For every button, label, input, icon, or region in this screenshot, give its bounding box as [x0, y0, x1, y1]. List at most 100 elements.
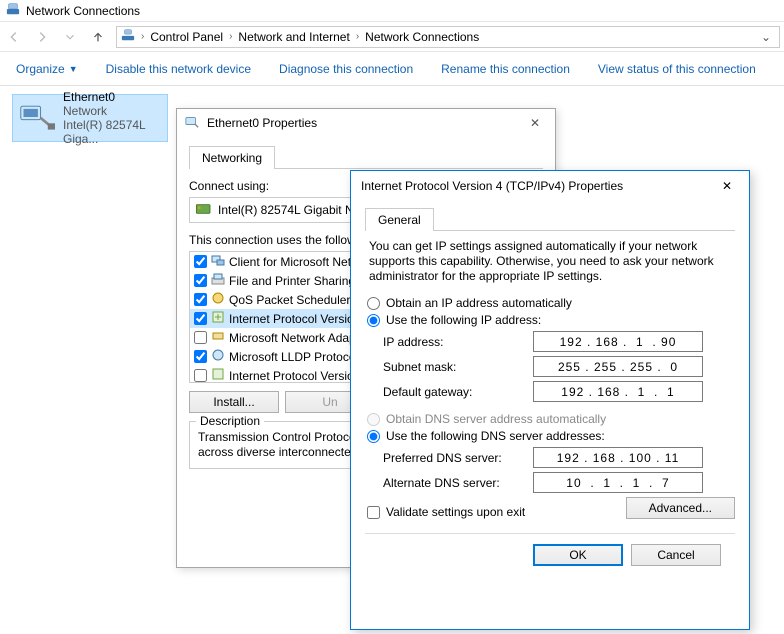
forward-button[interactable] — [28, 23, 56, 51]
tab-strip: Networking — [189, 145, 543, 169]
item-label: Internet Protocol Version — [229, 369, 360, 383]
disable-device-link[interactable]: Disable this network device — [106, 62, 251, 76]
radio-ip-auto[interactable]: Obtain an IP address automatically — [367, 296, 733, 310]
adapter-device: Intel(R) 82574L Giga... — [63, 118, 161, 146]
bc-control-panel[interactable]: Control Panel — [150, 30, 223, 44]
organize-label: Organize — [16, 62, 65, 76]
description-label: Description — [196, 414, 264, 428]
dns-auto-radio — [367, 413, 380, 426]
diagnose-link[interactable]: Diagnose this connection — [279, 62, 413, 76]
bc-network-internet[interactable]: Network and Internet — [238, 30, 349, 44]
dns-auto-label: Obtain DNS server address automatically — [386, 412, 606, 426]
subnet-mask-row: Subnet mask: — [383, 356, 735, 377]
adapter-name-text: Intel(R) 82574L Gigabit Ne — [218, 203, 360, 217]
alternate-dns-row: Alternate DNS server: — [383, 472, 735, 493]
address-bar: › Control Panel › Network and Internet ›… — [0, 22, 784, 52]
adapter-status: Network — [63, 104, 161, 118]
preferred-dns-row: Preferred DNS server: — [383, 447, 735, 468]
alternate-dns-label: Alternate DNS server: — [383, 476, 533, 490]
app-icon — [6, 2, 20, 19]
adapter-name: Ethernet0 — [63, 90, 161, 104]
qos-icon — [211, 291, 225, 308]
radio-ip-manual[interactable]: Use the following IP address: — [367, 313, 733, 327]
dialog-title-bar[interactable]: Internet Protocol Version 4 (TCP/IPv4) P… — [351, 171, 749, 201]
chevron-down-icon: ▼ — [69, 64, 78, 74]
ip-fields: IP address: Subnet mask: Default gateway… — [383, 331, 735, 402]
view-status-link[interactable]: View status of this connection — [598, 62, 756, 76]
subnet-mask-input[interactable] — [533, 356, 703, 377]
item-label: Client for Microsoft Netwo — [229, 255, 366, 269]
chevron-right-icon: › — [141, 31, 144, 42]
bc-network-connections[interactable]: Network Connections — [365, 30, 479, 44]
subnet-mask-label: Subnet mask: — [383, 360, 533, 374]
dialog-footer: OK Cancel — [365, 533, 735, 576]
chevron-right-icon: › — [356, 31, 359, 42]
ip-auto-radio[interactable] — [367, 297, 380, 310]
item-label: QoS Packet Scheduler — [229, 293, 350, 307]
dns-manual-label: Use the following DNS server addresses: — [386, 429, 605, 443]
item-checkbox[interactable] — [194, 274, 207, 287]
validate-label: Validate settings upon exit — [386, 505, 525, 519]
close-button[interactable]: ✕ — [523, 116, 547, 130]
tab-networking[interactable]: Networking — [189, 146, 275, 169]
client-icon — [211, 253, 225, 270]
radio-dns-manual[interactable]: Use the following DNS server addresses: — [367, 429, 733, 443]
rename-link[interactable]: Rename this connection — [441, 62, 570, 76]
command-bar: Organize ▼ Disable this network device D… — [0, 52, 784, 86]
chevron-right-icon: › — [229, 31, 232, 42]
advanced-button[interactable]: Advanced... — [626, 497, 735, 519]
title-bar: Network Connections — [0, 0, 784, 22]
validate-checkbox[interactable] — [367, 506, 380, 519]
item-label: Internet Protocol Version — [229, 312, 360, 326]
multiplexor-icon — [211, 329, 225, 346]
radio-dns-auto: Obtain DNS server address automatically — [367, 412, 733, 426]
gateway-row: Default gateway: — [383, 381, 735, 402]
dns-manual-radio[interactable] — [367, 430, 380, 443]
dialog-body: General You can get IP settings assigned… — [351, 201, 749, 586]
dialog-title: Internet Protocol Version 4 (TCP/IPv4) P… — [361, 179, 623, 193]
gateway-input[interactable] — [533, 381, 703, 402]
item-checkbox[interactable] — [194, 312, 207, 325]
dialog-title: Ethernet0 Properties — [207, 116, 317, 130]
ip-auto-label: Obtain an IP address automatically — [386, 296, 572, 310]
alternate-dns-input[interactable] — [533, 472, 703, 493]
item-label: Microsoft Network Adap — [229, 331, 356, 345]
adapter-icon — [185, 115, 199, 132]
gateway-label: Default gateway: — [383, 385, 533, 399]
ip-address-row: IP address: — [383, 331, 735, 352]
close-button[interactable]: ✕ — [715, 179, 739, 193]
item-checkbox[interactable] — [194, 255, 207, 268]
breadcrumb-dropdown[interactable]: ⌄ — [757, 30, 775, 44]
organize-menu[interactable]: Organize ▼ — [16, 62, 78, 76]
ethernet-icon — [19, 103, 55, 134]
up-button[interactable] — [84, 23, 112, 51]
ipv4-icon — [211, 310, 225, 327]
preferred-dns-input[interactable] — [533, 447, 703, 468]
recent-dropdown[interactable] — [56, 23, 84, 51]
item-label: Microsoft LLDP Protoco — [229, 350, 356, 364]
item-checkbox[interactable] — [194, 350, 207, 363]
breadcrumb[interactable]: › Control Panel › Network and Internet ›… — [116, 26, 780, 48]
adapter-text: Ethernet0 Network Intel(R) 82574L Giga..… — [63, 90, 161, 146]
intro-text: You can get IP settings assigned automat… — [369, 239, 731, 284]
ip-manual-radio[interactable] — [367, 314, 380, 327]
ipv6-icon — [211, 367, 225, 383]
tab-general[interactable]: General — [365, 208, 434, 231]
preferred-dns-label: Preferred DNS server: — [383, 451, 533, 465]
adapter-item[interactable]: Ethernet0 Network Intel(R) 82574L Giga..… — [12, 94, 168, 142]
item-checkbox[interactable] — [194, 369, 207, 382]
lldp-icon — [211, 348, 225, 365]
cancel-button[interactable]: Cancel — [631, 544, 721, 566]
dialog-title-bar[interactable]: Ethernet0 Properties ✕ — [177, 109, 555, 137]
nic-icon — [196, 203, 212, 218]
back-button[interactable] — [0, 23, 28, 51]
ip-address-input[interactable] — [533, 331, 703, 352]
window-title: Network Connections — [26, 4, 140, 18]
item-label: File and Printer Sharing fo — [229, 274, 368, 288]
dns-fields: Preferred DNS server: Alternate DNS serv… — [383, 447, 735, 493]
install-button[interactable]: Install... — [189, 391, 279, 413]
ok-button[interactable]: OK — [533, 544, 623, 566]
network-icon — [121, 28, 135, 45]
item-checkbox[interactable] — [194, 331, 207, 344]
item-checkbox[interactable] — [194, 293, 207, 306]
